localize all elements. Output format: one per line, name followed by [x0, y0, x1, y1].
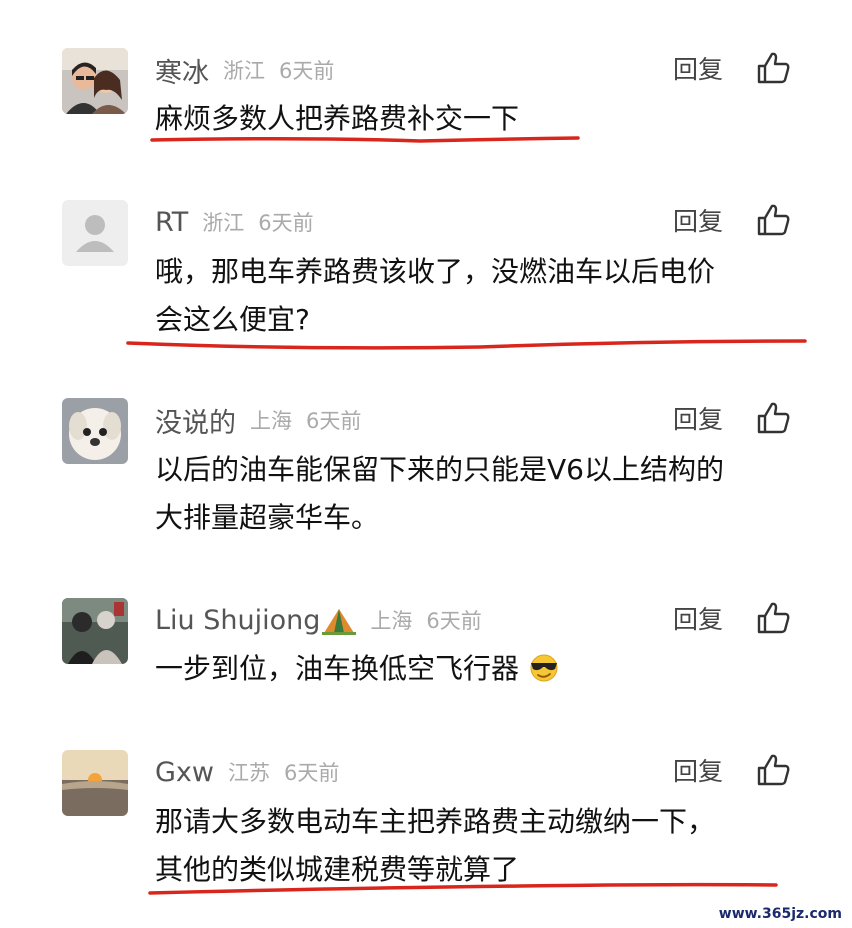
- avatar[interactable]: [62, 750, 128, 816]
- avatar[interactable]: [62, 598, 128, 664]
- reply-button[interactable]: 回复: [673, 600, 723, 640]
- thumbs-up-icon[interactable]: [755, 50, 791, 86]
- reply-button[interactable]: 回复: [673, 202, 723, 242]
- comment-line: 一步到位，油车换低空飞行器: [155, 645, 795, 693]
- comment-line: 那请大多数电动车主把养路费主动缴纳一下，: [155, 805, 716, 838]
- comment-meta: 没说的 上海 6天前: [155, 400, 361, 440]
- username[interactable]: 没说的: [155, 401, 236, 440]
- avatar[interactable]: [62, 200, 128, 266]
- timestamp: 6天前: [426, 609, 482, 633]
- comment-line: 哦，那电车养路费该收了，没燃油车以后电价: [155, 255, 716, 288]
- comment-meta: Liu Shujiong 上海 6天前: [155, 600, 482, 640]
- comment-meta: Gxw 江苏 6天前: [155, 752, 339, 792]
- comment-meta: RT 浙江 6天前: [155, 202, 314, 242]
- comment-line: 会这么便宜?: [155, 303, 310, 336]
- location: 浙江: [223, 59, 265, 83]
- avatar[interactable]: [62, 398, 128, 464]
- username[interactable]: 寒冰: [155, 51, 209, 90]
- reply-button[interactable]: 回复: [673, 752, 723, 792]
- comment-line: 大排量超豪华车。: [155, 501, 380, 534]
- username[interactable]: Gxw: [155, 757, 214, 788]
- location: 上海: [250, 409, 292, 433]
- thumbs-up-icon[interactable]: [755, 400, 791, 436]
- cool-sunglasses-emoji-icon: [528, 653, 560, 683]
- timestamp: 6天前: [279, 59, 335, 83]
- avatar[interactable]: [62, 48, 128, 114]
- username[interactable]: Liu Shujiong: [155, 605, 320, 636]
- thumbs-up-icon[interactable]: [755, 600, 791, 636]
- thumbs-up-icon[interactable]: [755, 202, 791, 238]
- timestamp: 6天前: [258, 211, 314, 235]
- comment-text: 那请大多数电动车主把养路费主动缴纳一下， 其他的类似城建税费等就算了: [155, 798, 795, 894]
- reply-button[interactable]: 回复: [673, 50, 723, 90]
- comment-line: 麻烦多数人把养路费补交一下: [155, 102, 520, 135]
- comment-text: 一步到位，油车换低空飞行器: [155, 645, 795, 693]
- timestamp: 6天前: [283, 761, 340, 785]
- location: 上海: [370, 609, 413, 633]
- username[interactable]: RT: [155, 207, 188, 238]
- comment-text: 麻烦多数人把养路费补交一下: [155, 95, 795, 143]
- comment-line-text: 一步到位，油车换低空飞行器: [155, 652, 520, 685]
- location: 浙江: [202, 211, 245, 235]
- comment-meta: 寒冰 浙江 6天前: [155, 50, 334, 90]
- watermark: www.365jz.com: [718, 906, 842, 922]
- comment-line: 以后的油车能保留下来的只能是V6以上结构的: [155, 453, 724, 486]
- timestamp: 6天前: [306, 409, 362, 433]
- tent-emoji-icon: [322, 605, 357, 635]
- reply-button[interactable]: 回复: [673, 400, 723, 440]
- comment-line: 其他的类似城建税费等就算了: [155, 853, 520, 886]
- comment-text: 以后的油车能保留下来的只能是V6以上结构的 大排量超豪华车。: [155, 446, 795, 542]
- thumbs-up-icon[interactable]: [755, 752, 791, 788]
- location: 江苏: [227, 761, 270, 785]
- comment-text: 哦，那电车养路费该收了，没燃油车以后电价 会这么便宜?: [155, 248, 795, 344]
